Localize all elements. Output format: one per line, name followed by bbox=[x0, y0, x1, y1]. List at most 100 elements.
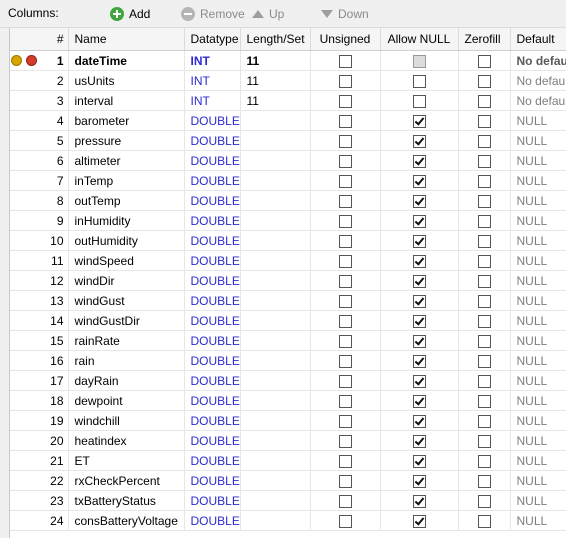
default-cell[interactable]: NULL bbox=[510, 450, 566, 471]
datatype-cell[interactable]: DOUBLE bbox=[184, 350, 241, 371]
column-name-cell[interactable]: dewpoint bbox=[68, 390, 185, 411]
column-name-cell[interactable]: dateTime bbox=[68, 50, 185, 71]
unsigned-checkbox[interactable] bbox=[338, 514, 352, 528]
table-row[interactable]: 19 windchill DOUBLE NULL bbox=[10, 410, 566, 431]
zerofill-checkbox[interactable] bbox=[477, 514, 491, 528]
add-column-button[interactable]: Add bbox=[110, 5, 150, 22]
unsigned-checkbox[interactable] bbox=[338, 454, 352, 468]
length-cell[interactable] bbox=[240, 350, 311, 371]
zerofill-checkbox[interactable] bbox=[477, 54, 491, 68]
zerofill-checkbox[interactable] bbox=[477, 314, 491, 328]
default-cell[interactable]: NULL bbox=[510, 390, 566, 411]
table-row[interactable]: 12 windDir DOUBLE NULL bbox=[10, 270, 566, 291]
length-cell[interactable] bbox=[240, 230, 311, 251]
length-cell[interactable] bbox=[240, 250, 311, 271]
length-cell[interactable] bbox=[240, 330, 311, 351]
header-zerofill[interactable]: Zerofill bbox=[458, 28, 511, 51]
zerofill-checkbox[interactable] bbox=[477, 214, 491, 228]
datatype-cell[interactable]: DOUBLE bbox=[184, 170, 241, 191]
unsigned-checkbox[interactable] bbox=[338, 94, 352, 108]
zerofill-checkbox[interactable] bbox=[477, 254, 491, 268]
allow-null-checkbox[interactable] bbox=[412, 314, 426, 328]
allow-null-checkbox[interactable] bbox=[412, 514, 426, 528]
allow-null-checkbox[interactable] bbox=[412, 454, 426, 468]
zerofill-checkbox[interactable] bbox=[477, 94, 491, 108]
column-name-cell[interactable]: consBatteryVoltage bbox=[68, 510, 185, 531]
default-cell[interactable]: NULL bbox=[510, 310, 566, 331]
zerofill-checkbox[interactable] bbox=[477, 174, 491, 188]
unsigned-checkbox[interactable] bbox=[338, 174, 352, 188]
table-row[interactable]: 16 rain DOUBLE NULL bbox=[10, 350, 566, 371]
column-name-cell[interactable]: windSpeed bbox=[68, 250, 185, 271]
datatype-cell[interactable]: DOUBLE bbox=[184, 310, 241, 331]
zerofill-checkbox[interactable] bbox=[477, 74, 491, 88]
table-row[interactable]: 4 barometer DOUBLE NULL bbox=[10, 110, 566, 131]
length-cell[interactable] bbox=[240, 150, 311, 171]
table-row[interactable]: 9 inHumidity DOUBLE NULL bbox=[10, 210, 566, 231]
length-cell[interactable]: 11 bbox=[240, 50, 311, 71]
datatype-cell[interactable]: DOUBLE bbox=[184, 270, 241, 291]
datatype-cell[interactable]: DOUBLE bbox=[184, 150, 241, 171]
default-cell[interactable]: NULL bbox=[510, 370, 566, 391]
allow-null-checkbox[interactable] bbox=[412, 74, 426, 88]
default-cell[interactable]: NULL bbox=[510, 190, 566, 211]
length-cell[interactable] bbox=[240, 110, 311, 131]
table-row[interactable]: 1 dateTimeINT11 No default bbox=[10, 50, 566, 71]
default-cell[interactable]: NULL bbox=[510, 410, 566, 431]
zerofill-checkbox[interactable] bbox=[477, 334, 491, 348]
datatype-cell[interactable]: DOUBLE bbox=[184, 330, 241, 351]
column-name-cell[interactable]: outTemp bbox=[68, 190, 185, 211]
allow-null-checkbox[interactable] bbox=[412, 194, 426, 208]
default-cell[interactable]: NULL bbox=[510, 350, 566, 371]
table-row[interactable]: 3 interval INT 11 No default bbox=[10, 90, 566, 111]
default-cell[interactable]: NULL bbox=[510, 230, 566, 251]
length-cell[interactable]: 11 bbox=[240, 70, 311, 91]
column-name-cell[interactable]: rxCheckPercent bbox=[68, 470, 185, 491]
unsigned-checkbox[interactable] bbox=[338, 254, 352, 268]
zerofill-checkbox[interactable] bbox=[477, 154, 491, 168]
table-row[interactable]: 22 rxCheckPercent DOUBLE NULL bbox=[10, 470, 566, 491]
column-name-cell[interactable]: rainRate bbox=[68, 330, 185, 351]
default-cell[interactable]: No default bbox=[510, 50, 566, 71]
table-row[interactable]: 20 heatindex DOUBLE NULL bbox=[10, 430, 566, 451]
column-name-cell[interactable]: ET bbox=[68, 450, 185, 471]
column-name-cell[interactable]: outHumidity bbox=[68, 230, 185, 251]
allow-null-checkbox[interactable] bbox=[412, 354, 426, 368]
length-cell[interactable] bbox=[240, 510, 311, 531]
datatype-cell[interactable]: DOUBLE bbox=[184, 250, 241, 271]
table-row[interactable]: 6 altimeter DOUBLE NULL bbox=[10, 150, 566, 171]
column-name-cell[interactable]: txBatteryStatus bbox=[68, 490, 185, 511]
allow-null-checkbox[interactable] bbox=[412, 394, 426, 408]
zerofill-checkbox[interactable] bbox=[477, 194, 491, 208]
length-cell[interactable] bbox=[240, 290, 311, 311]
zerofill-checkbox[interactable] bbox=[477, 134, 491, 148]
unsigned-checkbox[interactable] bbox=[338, 374, 352, 388]
unsigned-checkbox[interactable] bbox=[338, 334, 352, 348]
header-num[interactable]: # bbox=[10, 28, 69, 51]
table-row[interactable]: 7 inTemp DOUBLE NULL bbox=[10, 170, 566, 191]
table-row[interactable]: 5 pressure DOUBLE NULL bbox=[10, 130, 566, 151]
length-cell[interactable] bbox=[240, 130, 311, 151]
zerofill-checkbox[interactable] bbox=[477, 454, 491, 468]
default-cell[interactable]: NULL bbox=[510, 470, 566, 491]
allow-null-checkbox[interactable] bbox=[412, 174, 426, 188]
header-length[interactable]: Length/Set bbox=[240, 28, 311, 51]
move-up-button[interactable]: Up bbox=[252, 5, 284, 22]
datatype-cell[interactable]: DOUBLE bbox=[184, 110, 241, 131]
length-cell[interactable] bbox=[240, 390, 311, 411]
table-row[interactable]: 14 windGustDir DOUBLE NULL bbox=[10, 310, 566, 331]
datatype-cell[interactable]: DOUBLE bbox=[184, 370, 241, 391]
datatype-cell[interactable]: DOUBLE bbox=[184, 230, 241, 251]
datatype-cell[interactable]: DOUBLE bbox=[184, 490, 241, 511]
allow-null-checkbox[interactable] bbox=[412, 134, 426, 148]
unsigned-checkbox[interactable] bbox=[338, 354, 352, 368]
length-cell[interactable] bbox=[240, 170, 311, 191]
allow-null-checkbox[interactable] bbox=[412, 254, 426, 268]
unsigned-checkbox[interactable] bbox=[338, 54, 352, 68]
column-name-cell[interactable]: usUnits bbox=[68, 70, 185, 91]
table-row[interactable]: 8 outTemp DOUBLE NULL bbox=[10, 190, 566, 211]
table-row[interactable]: 11 windSpeed DOUBLE NULL bbox=[10, 250, 566, 271]
column-name-cell[interactable]: pressure bbox=[68, 130, 185, 151]
column-name-cell[interactable]: windGust bbox=[68, 290, 185, 311]
allow-null-checkbox[interactable] bbox=[412, 234, 426, 248]
